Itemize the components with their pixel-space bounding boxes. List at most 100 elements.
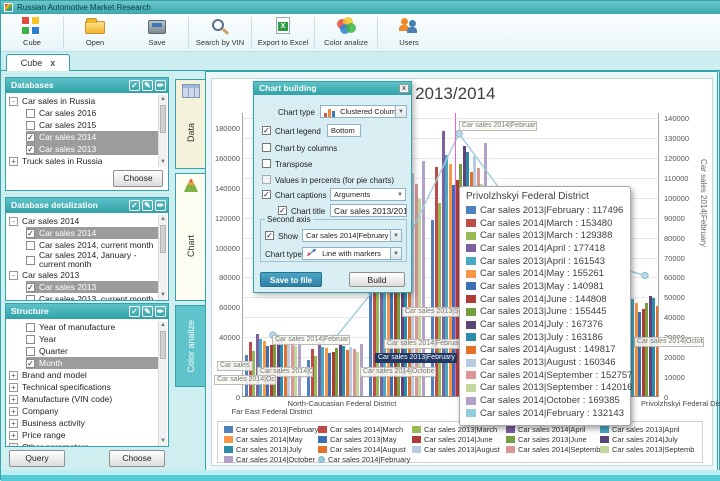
checkbox[interactable]: ✓	[26, 145, 35, 154]
toolbar-button-search-by-vin[interactable]: Search by VIN	[189, 14, 251, 51]
tree-item[interactable]: Quarter	[26, 345, 168, 357]
collapse-icon[interactable]: -	[9, 97, 18, 106]
toolbar-button-color-analize[interactable]: Color analize	[315, 14, 377, 51]
legend-item[interactable]: Car sales 2013|September	[600, 444, 694, 454]
toolbar-button-export-to-excel[interactable]: Export to Excel	[252, 14, 314, 51]
tree-item[interactable]: ✓Car sales 2013	[26, 281, 158, 293]
expand-icon[interactable]: +	[9, 157, 18, 166]
values-in-percents-checkbox[interactable]	[262, 175, 271, 184]
checkbox[interactable]: ✓	[26, 283, 35, 292]
edit-alt-icon[interactable]: ✏	[155, 306, 166, 317]
dialog-close-icon[interactable]: x	[399, 84, 409, 93]
tree-item[interactable]: Car sales 2014, January - current month	[26, 251, 168, 269]
checkbox[interactable]	[26, 256, 35, 265]
legend-item[interactable]: Car sales 2014|March	[318, 424, 412, 434]
tree-node[interactable]: +Company	[6, 405, 168, 417]
checkbox[interactable]	[26, 109, 35, 118]
legend-item[interactable]: Car sales 2014|September	[506, 444, 600, 454]
check-all-icon[interactable]: ✓	[129, 306, 140, 317]
legend-item[interactable]: Car sales 2014|May	[224, 434, 318, 444]
tree-node[interactable]: -Car sales in Russia	[6, 95, 168, 107]
chart-legend-checkbox[interactable]: ✓	[262, 126, 271, 135]
toolbar-button-open[interactable]: Open	[64, 14, 126, 51]
chart-captions-checkbox[interactable]: ✓	[262, 190, 271, 199]
databases-choose-button[interactable]: Choose	[113, 170, 163, 187]
legend-item[interactable]: Car sales 2013|May	[318, 434, 412, 444]
tree-item[interactable]: Car sales 2015	[26, 119, 168, 131]
toolbar-button-users[interactable]: Users	[378, 14, 440, 51]
legend-item[interactable]: Car sales 2014|June	[412, 434, 506, 444]
legend-position-combo[interactable]: Bottom ▼	[327, 124, 361, 137]
line-marker[interactable]	[456, 130, 462, 136]
check-all-icon[interactable]: ✓	[129, 200, 140, 211]
line-marker[interactable]	[642, 272, 648, 278]
checkbox[interactable]	[26, 295, 35, 301]
second-axis-type-combo[interactable]: Line with markers	[302, 247, 391, 260]
expand-icon[interactable]: +	[9, 419, 18, 428]
checkbox[interactable]	[26, 323, 35, 332]
detalization-scrollbar[interactable]: ▲▼	[158, 215, 167, 300]
tree-node[interactable]: +Technical specifications	[6, 381, 168, 393]
chart-type-combo[interactable]: Clustered Column	[320, 105, 396, 118]
tree-item[interactable]: ✓Car sales 2014	[26, 131, 158, 143]
legend-item[interactable]: Car sales 2014|October	[224, 454, 318, 464]
legend-item[interactable]: Car sales 2014|February	[318, 454, 412, 464]
second-axis-series-combo[interactable]: Car sales 2014|February	[302, 229, 391, 242]
collapse-icon[interactable]: -	[9, 271, 18, 280]
tree-node[interactable]: +Other parameters	[6, 441, 168, 446]
checkbox[interactable]	[26, 121, 35, 130]
databases-scrollbar[interactable]: ▲▼	[158, 95, 167, 167]
checkbox[interactable]: ✓	[26, 359, 35, 368]
tree-item[interactable]: Car sales 2013, current month	[26, 293, 168, 300]
checkbox[interactable]: ✓	[26, 133, 35, 142]
edit-alt-icon[interactable]: ✏	[155, 80, 166, 91]
chart-title-checkbox[interactable]: ✓	[278, 206, 287, 215]
toolbar-button-save[interactable]: Save	[126, 14, 188, 51]
tree-node[interactable]: -Car sales 2014	[6, 215, 168, 227]
legend-item[interactable]: Car sales 2014|August	[318, 444, 412, 454]
edit-icon[interactable]: ✎	[142, 200, 153, 211]
legend-item[interactable]: Car sales 2014|July	[600, 434, 694, 444]
edit-icon[interactable]: ✎	[142, 306, 153, 317]
tree-item[interactable]: Car sales 2016	[26, 107, 168, 119]
tree-node[interactable]: +Business activity	[6, 417, 168, 429]
expand-icon[interactable]: +	[9, 383, 18, 392]
checkbox[interactable]: ✓	[26, 229, 35, 238]
edit-icon[interactable]: ✎	[142, 80, 153, 91]
save-to-file-button[interactable]: Save to file	[260, 272, 322, 287]
tab-close-icon[interactable]: x	[50, 58, 55, 68]
build-button[interactable]: Build	[349, 272, 405, 287]
dialog-header[interactable]: Chart building x	[254, 82, 411, 95]
legend-item[interactable]: Car sales 2013|February	[224, 424, 318, 434]
transpose-checkbox[interactable]	[262, 159, 271, 168]
tab-color-analize[interactable]: Color analize	[175, 305, 205, 387]
chart-by-columns-checkbox[interactable]	[262, 143, 271, 152]
collapse-icon[interactable]: -	[9, 217, 18, 226]
structure-scrollbar[interactable]: ▲▼	[158, 321, 167, 446]
expand-icon[interactable]: +	[9, 395, 18, 404]
tab-cube[interactable]: Cube x	[6, 54, 70, 71]
chart-type-dropdown-icon[interactable]: ▼	[395, 105, 407, 118]
legend-item[interactable]: Car sales 2013|July	[224, 444, 318, 454]
chart-captions-combo[interactable]: Arguments ▼	[330, 188, 406, 201]
tab-chart[interactable]: Chart	[175, 173, 205, 301]
tree-node[interactable]: +Price range	[6, 429, 168, 441]
tab-data[interactable]: Data	[175, 79, 205, 169]
legend-item[interactable]: Car sales 2013|June	[506, 434, 600, 444]
checkbox[interactable]	[26, 335, 35, 344]
expand-icon[interactable]: +	[9, 443, 18, 447]
legend-item[interactable]: Car sales 2013|August	[412, 444, 506, 454]
tree-node[interactable]: +Manufacture (VIN code)	[6, 393, 168, 405]
tree-node[interactable]: +Truck sales in Russia	[6, 155, 168, 167]
edit-alt-icon[interactable]: ✏	[155, 200, 166, 211]
checkbox[interactable]	[26, 347, 35, 356]
check-all-icon[interactable]: ✓	[129, 80, 140, 91]
tree-item[interactable]: ✓Car sales 2014	[26, 227, 158, 239]
tree-node[interactable]: -Car sales 2013	[6, 269, 168, 281]
tree-item[interactable]: ✓Month	[26, 357, 158, 369]
tree-node[interactable]: +Brand and model	[6, 369, 168, 381]
expand-icon[interactable]: +	[9, 431, 18, 440]
tree-item[interactable]: ✓Car sales 2013	[26, 143, 158, 155]
toolbar-button-cube[interactable]: Cube	[1, 14, 63, 51]
expand-icon[interactable]: +	[9, 371, 18, 380]
